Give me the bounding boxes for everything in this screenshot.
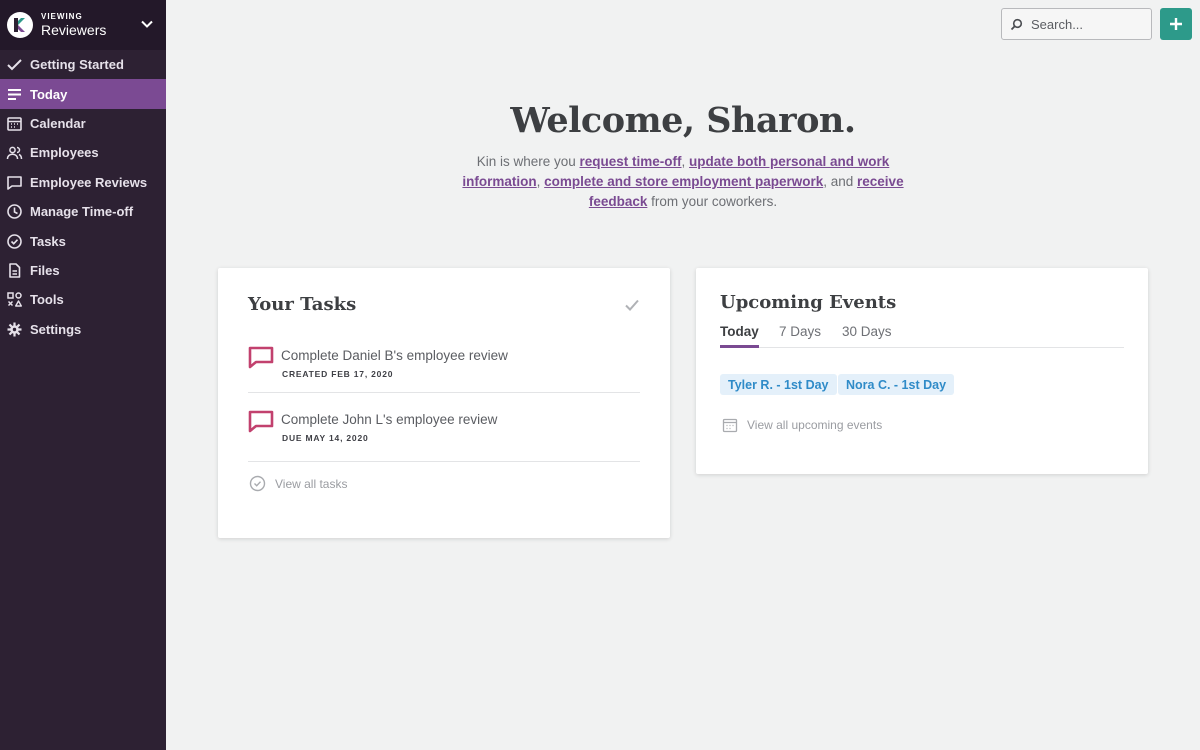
check-circle-icon	[249, 475, 266, 492]
people-icon	[6, 147, 23, 160]
request-time-off-link[interactable]: request time-off	[580, 154, 682, 169]
view-all-events-link[interactable]: View all upcoming events	[722, 417, 882, 433]
task-title: Complete Daniel B's employee review	[281, 348, 508, 363]
divider	[248, 392, 640, 393]
sidebar-item-tools[interactable]: Tools	[0, 285, 166, 314]
events-tabs: Today 7 Days 30 Days	[720, 324, 1124, 348]
sidebar-item-label: Files	[30, 262, 60, 278]
sidebar-item-label: Manage Time-off	[30, 204, 134, 220]
sidebar-item-label: Settings	[30, 321, 82, 337]
welcome-outro: from your coworkers.	[647, 194, 778, 209]
sidebar-item-getting-started[interactable]: Getting Started	[0, 50, 166, 79]
events-card: Upcoming Events Today 7 Days 30 Days Tyl…	[696, 268, 1148, 474]
welcome-intro: Kin is where you	[476, 154, 576, 169]
speech-bubble-icon	[248, 346, 274, 369]
task-title: Complete John L's employee review	[281, 412, 498, 427]
speech-bubble-icon	[7, 175, 22, 190]
sidebar-item-today[interactable]: Today	[0, 79, 166, 109]
kin-logo-icon	[7, 12, 33, 38]
sidebar-item-label: Today	[30, 86, 68, 102]
employment-paperwork-link[interactable]: complete and store employment paperwork	[544, 174, 823, 189]
sidebar-item-label: Tools	[30, 292, 64, 308]
add-button[interactable]	[1160, 8, 1192, 40]
sidebar-item-manage-time-off[interactable]: Manage Time-off	[0, 197, 166, 226]
tasks-card-title: Your Tasks	[248, 294, 357, 315]
task-item[interactable]: Complete Daniel B's employee review CREA…	[248, 338, 640, 400]
chevron-down-icon[interactable]	[140, 17, 154, 31]
workspace-label: VIEWING	[41, 11, 83, 21]
speech-bubble-icon	[248, 410, 274, 433]
task-date: CREATED FEB 17, 2020	[282, 369, 394, 379]
event-chip[interactable]: Nora C. - 1st Day	[838, 374, 955, 395]
sidebar-item-label: Calendar	[30, 115, 86, 131]
search-input[interactable]: Search...	[1001, 8, 1152, 40]
search-icon	[1010, 18, 1023, 30]
divider	[248, 461, 640, 462]
tab-today[interactable]: Today	[720, 324, 759, 348]
workspace-name: Reviewers	[41, 21, 107, 38]
search-placeholder: Search...	[1031, 16, 1084, 32]
task-date: DUE MAY 14, 2020	[282, 433, 369, 443]
events-card-title: Upcoming Events	[720, 292, 897, 313]
sidebar-item-label: Tasks	[30, 233, 66, 249]
sidebar-item-label: Employee Reviews	[30, 174, 148, 190]
lines-icon	[8, 88, 21, 100]
view-all-events-label: View all upcoming events	[747, 418, 883, 432]
tasks-card: Your Tasks Complete Daniel B's employee …	[218, 268, 670, 538]
plus-icon	[1170, 18, 1182, 30]
sidebar-item-files[interactable]: Files	[0, 256, 166, 285]
tools-icon	[7, 292, 22, 308]
welcome-separator: ,	[681, 154, 690, 169]
sidebar-item-settings[interactable]: Settings	[0, 315, 166, 344]
task-item[interactable]: Complete John L's employee review DUE MA…	[248, 402, 640, 464]
sidebar-item-calendar[interactable]: Calendar	[0, 109, 166, 138]
check-icon	[7, 59, 22, 71]
sidebar-item-label: Employees	[30, 145, 99, 161]
calendar-icon	[7, 117, 22, 131]
file-icon	[9, 263, 21, 278]
welcome-separator: , and	[823, 174, 858, 189]
event-chip[interactable]: Tyler R. - 1st Day	[720, 374, 837, 395]
check-icon[interactable]	[624, 298, 640, 312]
calendar-icon	[722, 418, 738, 433]
gear-icon	[7, 322, 22, 337]
sidebar-item-employee-reviews[interactable]: Employee Reviews	[0, 168, 166, 197]
sidebar: VIEWING Reviewers Getting Started Today …	[0, 0, 166, 750]
page-title: Welcome, Sharon.	[510, 100, 856, 141]
sidebar-nav: Getting Started Today Calendar Employees…	[0, 50, 166, 344]
check-circle-icon	[7, 233, 22, 249]
view-all-tasks-link[interactable]: View all tasks	[249, 475, 347, 492]
sidebar-item-employees[interactable]: Employees	[0, 138, 166, 167]
workspace-switcher[interactable]: VIEWING Reviewers	[0, 0, 166, 50]
clock-icon	[7, 204, 22, 219]
sidebar-item-tasks[interactable]: Tasks	[0, 226, 166, 255]
tab-30-days[interactable]: 30 Days	[842, 324, 892, 345]
sidebar-item-label: Getting Started	[30, 57, 124, 73]
tab-7-days[interactable]: 7 Days	[779, 324, 821, 345]
view-all-tasks-label: View all tasks	[275, 476, 348, 491]
welcome-text: Kin is where you request time-off, updat…	[462, 152, 904, 212]
